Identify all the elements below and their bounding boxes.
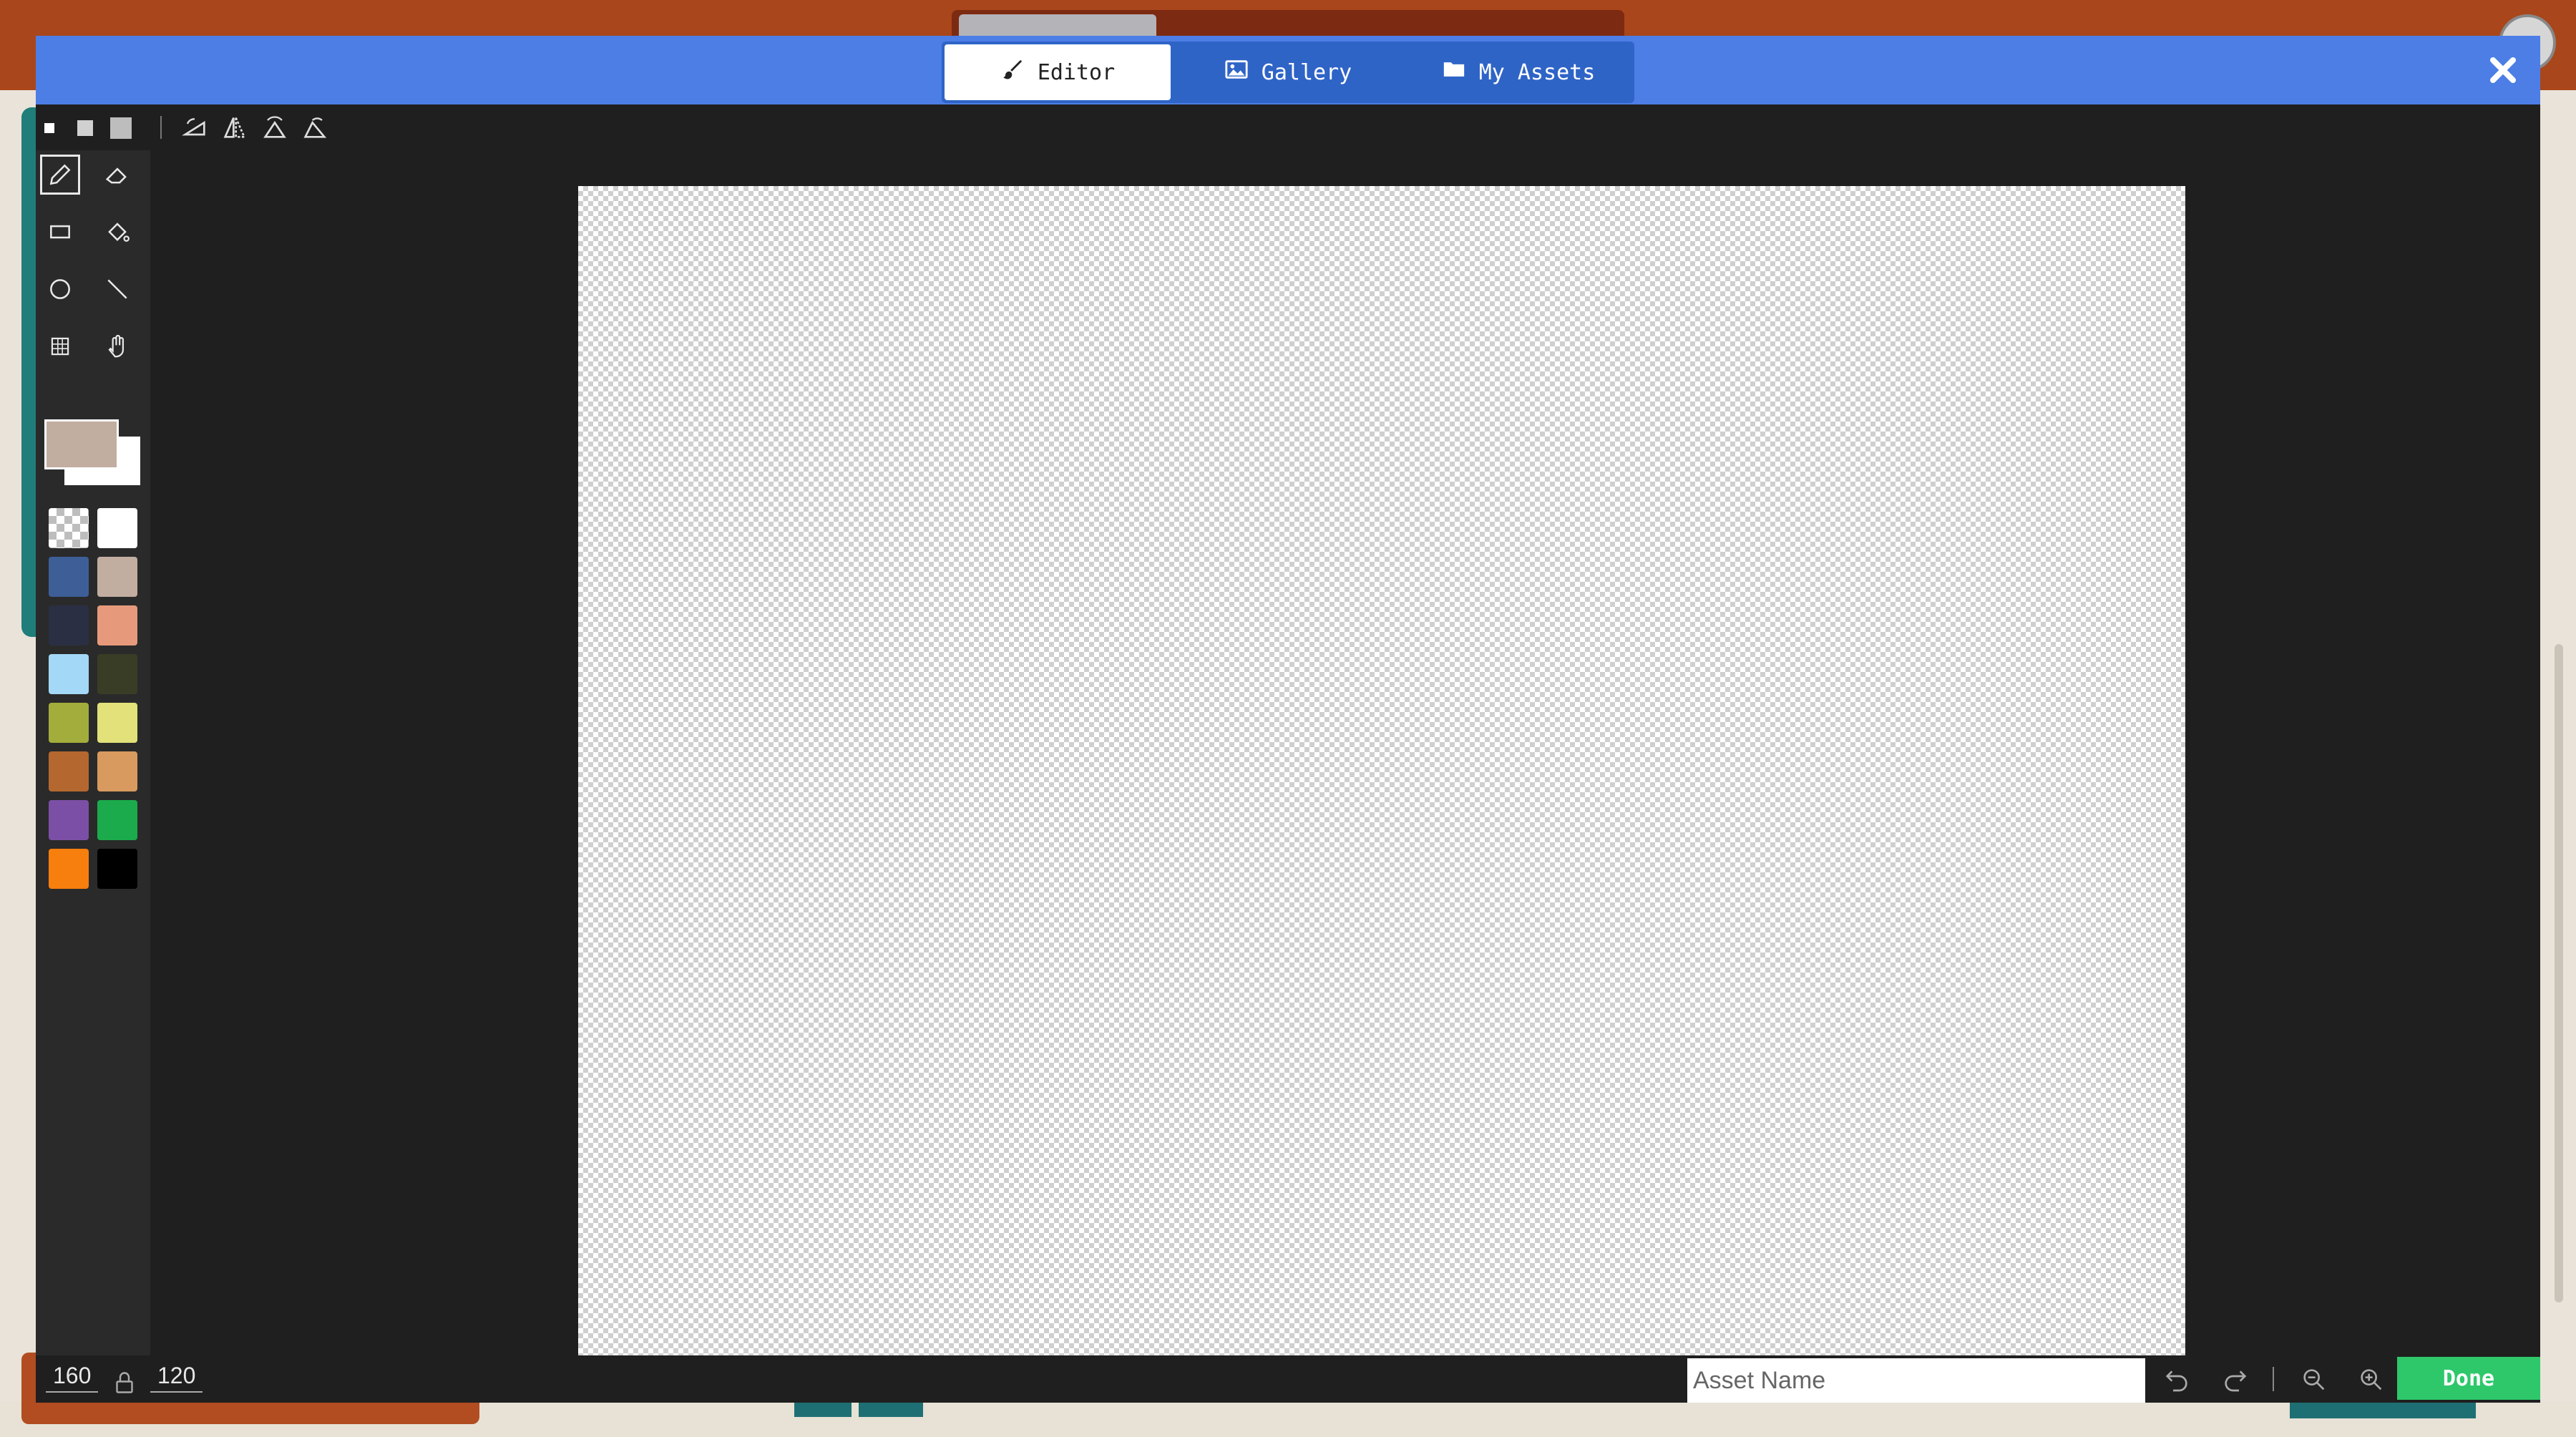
fill-bucket-tool[interactable] (97, 212, 137, 252)
swatch-transparent[interactable] (49, 508, 89, 548)
drawing-canvas[interactable] (578, 186, 2185, 1355)
tab-label: Editor (1037, 59, 1116, 85)
editor-tabbar: Editor Gallery My Assets (942, 42, 1634, 103)
editor-bottom-bar: 160 120 Done (36, 1355, 2540, 1403)
hand-icon (108, 334, 125, 358)
eraser-tool[interactable] (97, 155, 137, 195)
height-input[interactable]: 120 (150, 1361, 203, 1393)
rotate-alt-icon[interactable] (301, 113, 329, 142)
paintbrush-icon (1000, 57, 1025, 87)
tab-my-assets[interactable]: My Assets (1405, 44, 1631, 100)
hand-tool[interactable] (97, 326, 137, 366)
asset-editor-modal: Editor Gallery My Assets 160 120 Asset N… (36, 36, 2540, 1403)
close-button[interactable] (2486, 53, 2520, 87)
rotate-icon[interactable] (180, 113, 209, 142)
swatch-tan[interactable] (97, 751, 137, 791)
swatch-dark-olive[interactable] (97, 654, 137, 694)
fill-bucket-icon (108, 223, 130, 242)
image-icon (1224, 57, 1249, 87)
swatch-blue[interactable] (49, 557, 89, 597)
tool-sidebar (36, 150, 150, 1388)
line-icon (107, 279, 127, 299)
swatch-purple[interactable] (49, 800, 89, 840)
background-scrollbar (2555, 644, 2563, 1302)
swatch-light-blue[interactable] (49, 654, 89, 694)
swatch-brown[interactable] (49, 751, 89, 791)
swatch-taupe[interactable] (97, 557, 137, 597)
tab-label: My Assets (1478, 59, 1596, 85)
swatch-salmon[interactable] (97, 605, 137, 646)
zoom-out-icon[interactable] (2300, 1365, 2328, 1394)
swatch-olive[interactable] (49, 703, 89, 743)
line-tool[interactable] (97, 269, 137, 309)
pencil-tool[interactable] (40, 155, 80, 195)
undo-icon[interactable] (2162, 1365, 2191, 1394)
swatch-white[interactable] (97, 508, 137, 548)
grid-select-icon (51, 337, 69, 356)
bottom-bar-divider (2273, 1367, 2274, 1391)
swatch-navy[interactable] (49, 605, 89, 646)
redo-icon[interactable] (2221, 1365, 2250, 1394)
ellipse-tool[interactable] (40, 269, 80, 309)
editor-toolbar (36, 104, 2540, 150)
folder-icon (1442, 57, 1466, 87)
flip-vertical-icon[interactable] (260, 113, 289, 142)
grid-select-tool[interactable] (40, 326, 80, 366)
asset-name-input[interactable] (1687, 1358, 2145, 1403)
zoom-in-icon[interactable] (2357, 1365, 2386, 1394)
modal-header: Editor Gallery My Assets (36, 36, 2540, 104)
swatch-green[interactable] (97, 800, 137, 840)
brush-size-medium[interactable] (77, 120, 93, 136)
brush-size-small[interactable] (44, 123, 54, 133)
eraser-icon (105, 167, 127, 184)
width-input[interactable]: 160 (46, 1361, 99, 1393)
ellipse-icon (50, 279, 70, 299)
tab-editor[interactable]: Editor (945, 44, 1171, 100)
swatch-black[interactable] (97, 849, 137, 889)
brush-size-large[interactable] (110, 117, 132, 139)
rectangle-icon (50, 225, 70, 239)
primary-color[interactable] (44, 419, 119, 469)
pencil-icon (49, 164, 71, 185)
swatch-orange[interactable] (49, 849, 89, 889)
lock-icon[interactable] (112, 1368, 137, 1397)
close-icon (2490, 57, 2516, 83)
tab-gallery[interactable]: Gallery (1175, 44, 1401, 100)
canvas-area (150, 150, 2540, 1355)
tab-label: Gallery (1261, 59, 1352, 85)
toolbar-divider (160, 116, 162, 139)
done-button[interactable]: Done (2397, 1357, 2540, 1400)
flip-horizontal-icon[interactable] (220, 113, 249, 142)
rectangle-tool[interactable] (40, 212, 80, 252)
swatch-yellow[interactable] (97, 703, 137, 743)
